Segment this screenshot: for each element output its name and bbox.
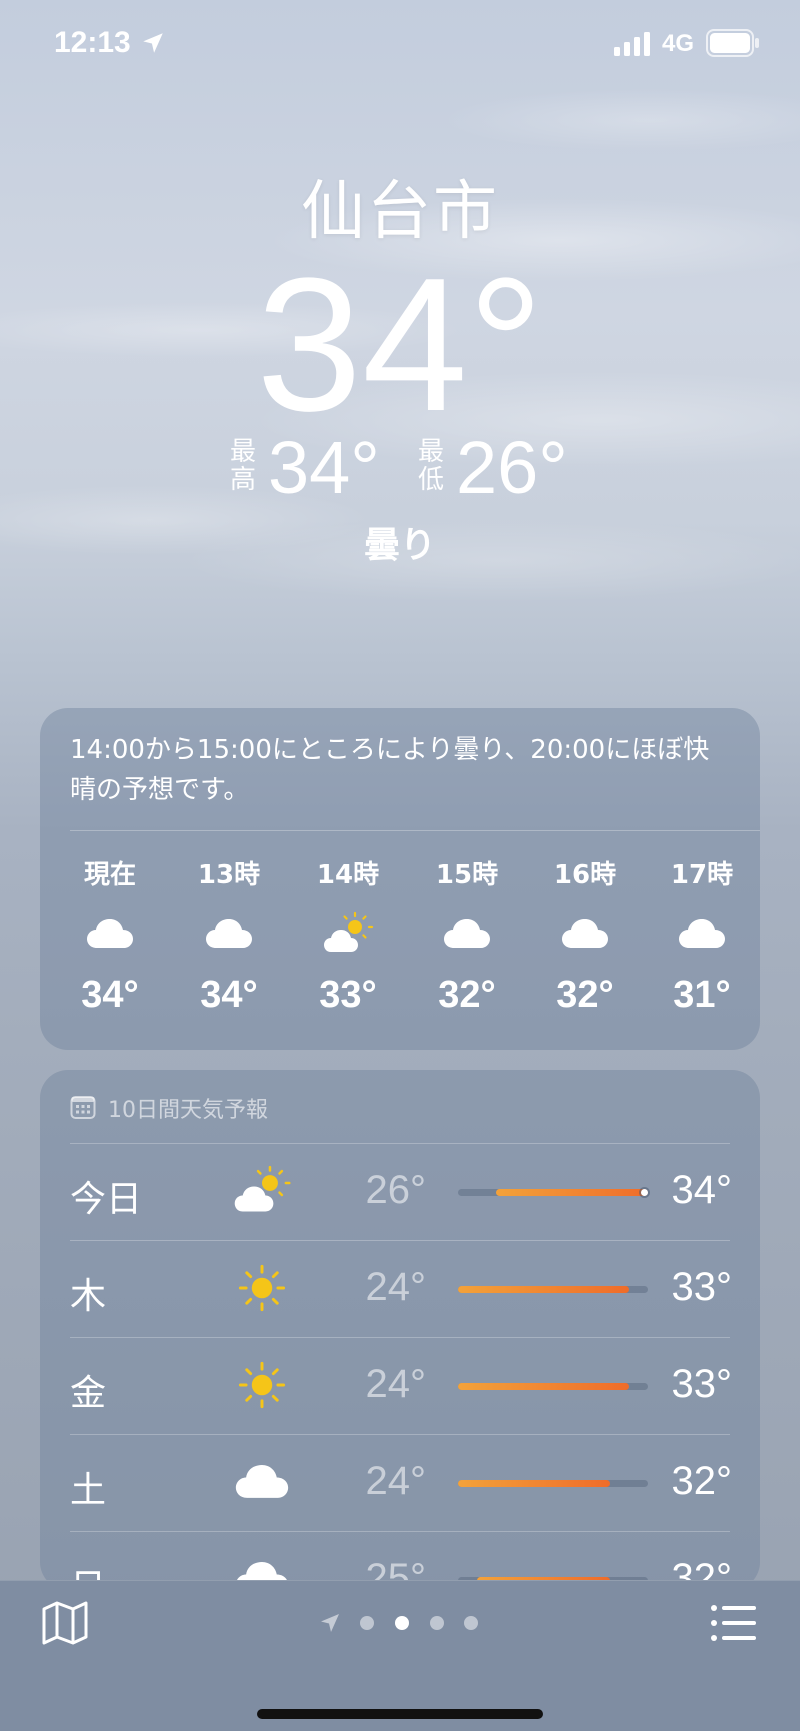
hour-temp: 34°: [200, 974, 258, 1016]
daily-row[interactable]: 土 24° 32°: [70, 1434, 733, 1531]
forecast-summary: 14:00から15:00にところにより曇り、20:00にほぼ快晴の予想です。: [70, 735, 710, 805]
low-temp: 26°: [456, 426, 568, 509]
day-name: 木: [70, 1276, 107, 1317]
network-type: 4G: [662, 30, 695, 57]
temperature-range-bar: [458, 1383, 648, 1390]
ten-day-forecast-card[interactable]: 10日間天気予報 今日 26° 34° 木 24° 33° 金 24° 33° …: [40, 1070, 760, 1608]
signal-bars-icon: [614, 32, 650, 56]
hour-item: 15時 32°: [407, 854, 527, 1034]
cloud-icon: [441, 912, 493, 956]
calendar-icon: [70, 1096, 96, 1119]
battery-icon: [706, 29, 759, 57]
hour-temp: 32°: [438, 974, 496, 1016]
divider: [70, 830, 760, 831]
hour-label: 13時: [197, 860, 261, 890]
hour-label: 17時: [670, 860, 734, 890]
location-arrow-icon: [143, 33, 163, 53]
page-dot-active[interactable]: [395, 1616, 409, 1630]
hour-item: 13時 34°: [169, 854, 289, 1034]
day-low: 24°: [365, 1265, 427, 1309]
hour-label: 16時: [553, 860, 617, 890]
hour-label: 現在: [83, 860, 136, 890]
sun-icon: [232, 1360, 292, 1410]
status-time: 12:13: [54, 26, 131, 59]
current-weather: 仙台市 34° 最高 34° 最低 26° 曇り: [0, 160, 800, 566]
day-name: 金: [70, 1373, 107, 1414]
high-temp: 34°: [268, 426, 380, 509]
daily-row[interactable]: 金 24° 33°: [70, 1337, 733, 1434]
hour-temp: 34°: [81, 974, 139, 1016]
cloud-icon: [559, 912, 611, 956]
hour-item: 16時 32°: [525, 854, 645, 1034]
page-dot[interactable]: [360, 1616, 374, 1630]
day-low: 26°: [365, 1168, 427, 1212]
hour-item: 現在 34°: [50, 854, 170, 1034]
range-fill: [458, 1286, 629, 1293]
high-label: 最高: [229, 437, 256, 495]
cloud-icon: [203, 912, 255, 956]
cloud-icon: [676, 912, 728, 956]
hour-label: 14時: [316, 860, 380, 890]
page-dot[interactable]: [464, 1616, 478, 1630]
high-low: 最高 34° 最低 26°: [0, 428, 800, 508]
sun-icon: [232, 1263, 292, 1313]
status-bar: 12:13 4G: [0, 0, 800, 90]
day-name: 土: [70, 1470, 107, 1511]
range-fill: [496, 1189, 648, 1196]
location-arrow-icon: [321, 1614, 339, 1632]
day-name: 今日: [70, 1179, 143, 1220]
hour-temp: 31°: [673, 974, 731, 1016]
low-label: 最低: [417, 437, 444, 495]
day-low: 24°: [365, 1362, 427, 1406]
home-indicator: [257, 1709, 543, 1719]
hour-temp: 32°: [556, 974, 614, 1016]
daily-list: 今日 26° 34° 木 24° 33° 金 24° 33° 土 24° 32°: [70, 1143, 733, 1628]
ten-day-title: 10日間天気予報: [108, 1098, 268, 1123]
day-high: 33°: [671, 1362, 733, 1406]
temperature-range-bar: [458, 1189, 648, 1196]
condition-text: 曇り: [363, 525, 436, 566]
daily-row[interactable]: 木 24° 33°: [70, 1240, 733, 1337]
page-dot[interactable]: [430, 1616, 444, 1630]
hour-item: 14時 33°: [288, 854, 408, 1034]
map-icon[interactable]: [40, 1599, 90, 1647]
hourly-forecast-card[interactable]: 14:00から15:00にところにより曇り、20:00にほぼ快晴の予想です。 現…: [40, 708, 760, 1050]
cloud-icon: [84, 912, 136, 956]
partly-sunny-icon: [322, 912, 374, 956]
hour-label: 15時: [435, 860, 499, 890]
daily-row[interactable]: 今日 26° 34°: [70, 1143, 733, 1240]
day-low: 24°: [365, 1459, 427, 1503]
temperature-range-bar: [458, 1480, 648, 1487]
partly-sunny-icon: [232, 1166, 292, 1216]
range-fill: [458, 1383, 629, 1390]
day-high: 32°: [671, 1459, 733, 1503]
day-high: 34°: [671, 1168, 733, 1212]
temperature-range-bar: [458, 1286, 648, 1293]
list-icon[interactable]: [710, 1603, 758, 1643]
hour-temp: 33°: [319, 974, 377, 1016]
hour-item: 17時 31°: [642, 854, 762, 1034]
current-temperature: 34°: [256, 239, 544, 451]
high-group: 最高 34°: [228, 428, 388, 508]
range-fill: [458, 1480, 610, 1487]
bottom-toolbar: [0, 1580, 800, 1731]
cloud-icon: [232, 1457, 292, 1507]
low-group: 最低 26°: [416, 428, 586, 508]
hourly-list[interactable]: 現在 34° 13時 34° 14時 33° 15時 32° 16時 32° 1…: [50, 854, 760, 1034]
page-indicator[interactable]: [318, 1611, 488, 1635]
day-high: 33°: [671, 1265, 733, 1309]
